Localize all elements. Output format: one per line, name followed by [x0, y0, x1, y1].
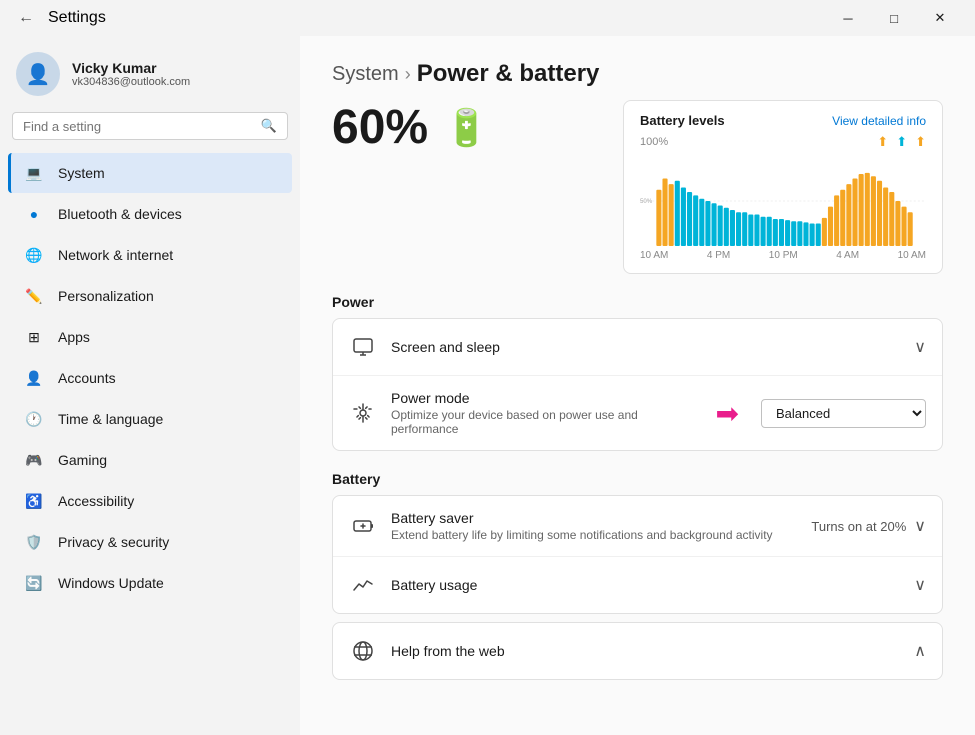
- battery-usage-icon: [349, 571, 377, 599]
- back-button[interactable]: ←: [12, 5, 40, 31]
- update-icon: 🔄: [24, 573, 44, 593]
- sidebar-item-label: System: [58, 165, 105, 181]
- help-chevron: ∧: [914, 641, 926, 661]
- sidebar-item-update[interactable]: 🔄 Windows Update: [8, 563, 292, 603]
- user-profile: 👤 Vicky Kumar vk304836@outlook.com: [0, 36, 300, 108]
- system-icon: 💻: [24, 163, 44, 183]
- battery-chart: 50%: [640, 156, 926, 246]
- time-icon: 🕐: [24, 409, 44, 429]
- bluetooth-icon: ●: [24, 204, 44, 224]
- search-icon: 🔍: [261, 118, 277, 134]
- breadcrumb-separator: ›: [405, 64, 411, 85]
- sidebar-item-time[interactable]: 🕐 Time & language: [8, 399, 292, 439]
- page-title: Power & battery: [417, 60, 600, 88]
- breadcrumb-parent: System: [332, 63, 399, 86]
- battery-section-title: Battery: [332, 471, 943, 487]
- power-mode-row: Power mode Optimize your device based on…: [333, 375, 942, 450]
- power-section-title: Power: [332, 294, 943, 310]
- sidebar-item-gaming[interactable]: 🎮 Gaming: [8, 440, 292, 480]
- sidebar-item-personalization[interactable]: ✏️ Personalization: [8, 276, 292, 316]
- power-mode-label: Power mode: [391, 390, 702, 406]
- search-input[interactable]: [23, 119, 253, 134]
- sidebar-item-label: Privacy & security: [58, 534, 169, 550]
- svg-text:50%: 50%: [640, 198, 653, 205]
- power-card: Screen and sleep ∨ Power mode Optimize y…: [332, 318, 943, 451]
- main-content: System › Power & battery 60% 🔋 Battery l…: [300, 36, 975, 735]
- user-name: Vicky Kumar: [72, 60, 190, 76]
- battery-saver-icon: [349, 512, 377, 540]
- sidebar: 👤 Vicky Kumar vk304836@outlook.com 🔍 💻 S…: [0, 36, 300, 735]
- battery-usage-label: Battery usage: [391, 577, 900, 593]
- avatar: 👤: [16, 52, 60, 96]
- battery-saver-chevron: ∨: [914, 516, 926, 536]
- battery-card: Battery saver Extend battery life by lim…: [332, 495, 943, 614]
- power-mode-select[interactable]: Best power efficiency Balanced Best perf…: [761, 399, 926, 428]
- help-card: Help from the web ∧: [332, 622, 943, 680]
- sidebar-item-label: Apps: [58, 329, 90, 345]
- app-title: Settings: [48, 9, 106, 27]
- sidebar-item-label: Accounts: [58, 370, 116, 386]
- help-row[interactable]: Help from the web ∧: [333, 623, 942, 679]
- user-email: vk304836@outlook.com: [72, 76, 190, 88]
- search-box[interactable]: 🔍: [12, 112, 288, 140]
- view-detailed-link[interactable]: View detailed info: [832, 114, 926, 128]
- accounts-icon: 👤: [24, 368, 44, 388]
- battery-usage-chevron: ∨: [914, 575, 926, 595]
- battery-percent: 60%: [332, 100, 428, 155]
- screen-sleep-chevron: ∨: [914, 337, 926, 357]
- nav-list: 💻 System ● Bluetooth & devices 🌐 Network…: [0, 148, 300, 608]
- battery-saver-label: Battery saver: [391, 510, 797, 526]
- power-mode-icon: [349, 399, 377, 427]
- accessibility-icon: ♿: [24, 491, 44, 511]
- sidebar-item-label: Accessibility: [58, 493, 134, 509]
- turns-on-text: Turns on at 20%: [811, 519, 906, 534]
- sidebar-item-accessibility[interactable]: ♿ Accessibility: [8, 481, 292, 521]
- screen-sleep-label: Screen and sleep: [391, 339, 900, 355]
- battery-usage-row[interactable]: Battery usage ∨: [333, 556, 942, 613]
- personalization-icon: ✏️: [24, 286, 44, 306]
- window-controls: ─ □ ✕: [825, 2, 963, 34]
- sidebar-item-network[interactable]: 🌐 Network & internet: [8, 235, 292, 275]
- breadcrumb: System › Power & battery: [332, 60, 943, 88]
- screen-sleep-icon: [349, 333, 377, 361]
- sidebar-item-label: Time & language: [58, 411, 163, 427]
- sidebar-item-label: Windows Update: [58, 575, 164, 591]
- sidebar-item-system[interactable]: 💻 System: [8, 153, 292, 193]
- chart-title: Battery levels: [640, 113, 725, 128]
- sidebar-item-label: Gaming: [58, 452, 107, 468]
- minimize-button[interactable]: ─: [825, 2, 871, 34]
- title-bar: ← Settings ─ □ ✕: [0, 0, 975, 36]
- gaming-icon: 🎮: [24, 450, 44, 470]
- battery-saver-sublabel: Extend battery life by limiting some not…: [391, 528, 797, 542]
- battery-icon: 🔋: [444, 107, 489, 149]
- chart-labels: 10 AM 4 PM 10 PM 4 AM 10 AM: [640, 250, 926, 261]
- sidebar-item-label: Bluetooth & devices: [58, 206, 182, 222]
- help-icon: [349, 637, 377, 665]
- help-label: Help from the web: [391, 643, 900, 659]
- sidebar-item-label: Network & internet: [58, 247, 173, 263]
- sidebar-item-label: Personalization: [58, 288, 154, 304]
- battery-chart-container: Battery levels View detailed info 100% ⬆…: [623, 100, 943, 274]
- user-info: Vicky Kumar vk304836@outlook.com: [72, 60, 190, 88]
- screen-sleep-row[interactable]: Screen and sleep ∨: [333, 319, 942, 375]
- privacy-icon: 🛡️: [24, 532, 44, 552]
- battery-saver-row[interactable]: Battery saver Extend battery life by lim…: [333, 496, 942, 556]
- sidebar-item-bluetooth[interactable]: ● Bluetooth & devices: [8, 194, 292, 234]
- network-icon: 🌐: [24, 245, 44, 265]
- battery-percent-row: 60% 🔋: [332, 100, 591, 155]
- sidebar-item-apps[interactable]: ⊞ Apps: [8, 317, 292, 357]
- power-mode-sublabel: Optimize your device based on power use …: [391, 408, 702, 436]
- sidebar-item-privacy[interactable]: 🛡️ Privacy & security: [8, 522, 292, 562]
- apps-icon: ⊞: [24, 327, 44, 347]
- close-button[interactable]: ✕: [917, 2, 963, 34]
- arrow-annotation: ➡: [716, 397, 739, 430]
- maximize-button[interactable]: □: [871, 2, 917, 34]
- sidebar-item-accounts[interactable]: 👤 Accounts: [8, 358, 292, 398]
